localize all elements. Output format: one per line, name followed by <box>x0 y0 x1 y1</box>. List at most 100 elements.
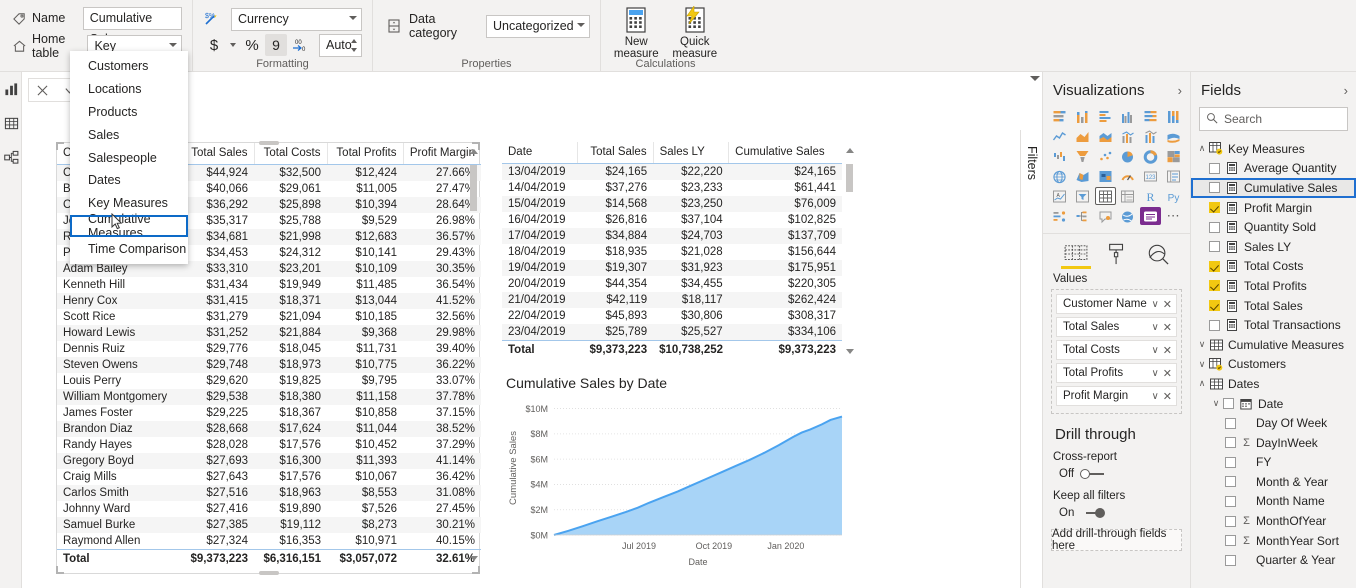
ribbon-chart-icon[interactable] <box>1163 127 1184 145</box>
visual-handle-br[interactable] <box>472 566 480 574</box>
scroll-up-icon[interactable] <box>846 148 854 153</box>
line-stacked-column-chart-icon[interactable] <box>1118 127 1139 145</box>
field-checkbox[interactable] <box>1209 300 1220 312</box>
field-checkbox[interactable] <box>1225 495 1236 507</box>
scroll-thumb[interactable] <box>470 165 477 211</box>
fields-item-profit-margin[interactable]: Profit Margin <box>1191 198 1356 218</box>
col-total-profits[interactable]: Total Profits <box>326 143 403 165</box>
scroll-down-icon[interactable] <box>470 556 478 561</box>
r-script-visual-icon[interactable]: R <box>1140 187 1161 205</box>
keep-all-filters-toggle[interactable] <box>1080 508 1106 518</box>
fields-item-cumulative-sales[interactable]: Cumulative Sales <box>1191 178 1356 198</box>
filters-pane-collapsed[interactable]: Filters <box>1020 130 1042 588</box>
close-icon[interactable] <box>29 79 56 101</box>
table-row[interactable]: James Foster $29,225 $18,367 $10,858 37.15% <box>57 405 481 421</box>
remove-field-close-icon[interactable]: ✕ <box>1163 390 1172 403</box>
arcgis-map-icon[interactable] <box>1118 207 1139 225</box>
qna-visual-icon[interactable] <box>1095 207 1116 225</box>
table-row[interactable]: Gregory Boyd $27,693 $16,300 $11,393 41.14% <box>57 453 481 469</box>
scroll-thumb[interactable] <box>846 164 853 192</box>
kpi-icon[interactable]: A <box>1049 187 1070 205</box>
table-row[interactable]: 13/04/2019 $24,165 $22,220 $24,165 <box>502 163 842 180</box>
more-visuals-icon[interactable]: ⋯ <box>1163 207 1184 225</box>
visual-handle-bl[interactable] <box>56 566 64 574</box>
chevron-down-icon[interactable]: ∨ <box>1195 339 1209 350</box>
stepper-down-icon[interactable] <box>351 47 357 52</box>
table-row[interactable]: Howard Lewis $31,252 $21,884 $9,368 29.98% <box>57 325 481 341</box>
cross-report-toggle-row[interactable]: Off <box>1043 465 1190 488</box>
field-checkbox[interactable] <box>1225 437 1236 449</box>
field-checkbox[interactable] <box>1209 280 1220 292</box>
gauge-icon[interactable] <box>1118 167 1139 185</box>
table-row[interactable]: Carlos Smith $27,516 $18,963 $8,553 31.08% <box>57 485 481 501</box>
stacked-bar-chart-icon[interactable] <box>1049 107 1070 125</box>
table-row[interactable]: 15/04/2019 $14,568 $23,250 $76,009 <box>502 196 842 212</box>
table-row[interactable]: Steven Owens $29,748 $18,973 $10,775 36.22% <box>57 357 481 373</box>
home-table-option[interactable]: Locations <box>70 78 188 101</box>
decrease-decimals-icon[interactable]: 00 0 <box>289 34 311 56</box>
remove-field-close-icon[interactable]: ✕ <box>1163 298 1172 311</box>
home-table-option[interactable]: Dates <box>70 169 188 192</box>
table-row[interactable]: Brandon Diaz $28,668 $17,624 $11,044 38.52% <box>57 421 481 437</box>
home-table-option[interactable]: Products <box>70 101 188 124</box>
fields-search-input[interactable]: Search <box>1224 112 1262 126</box>
field-checkbox[interactable] <box>1225 515 1236 527</box>
chevron-down-icon[interactable]: ∨ <box>1209 398 1223 409</box>
stepper-up-icon[interactable] <box>351 38 357 43</box>
decomposition-tree-icon[interactable] <box>1072 207 1093 225</box>
table-row[interactable]: 22/04/2019 $45,893 $30,806 $308,317 <box>502 308 842 324</box>
col-date[interactable]: Date <box>502 142 578 164</box>
home-table-option[interactable]: Customers <box>70 55 188 78</box>
customers-table-scrollbar[interactable] <box>469 149 478 561</box>
field-well-chip[interactable]: Total Profits ∨ ✕ <box>1056 363 1177 383</box>
key-influencers-icon[interactable] <box>1049 207 1070 225</box>
fields-item-quarter-year[interactable]: Quarter & Year <box>1191 550 1356 570</box>
stacked-area-chart-icon[interactable] <box>1095 127 1116 145</box>
fields-item-day-of-week[interactable]: Day Of Week <box>1191 413 1356 433</box>
fields-item-total-transactions[interactable]: Total Transactions <box>1191 315 1356 335</box>
col-total-costs[interactable]: Total Costs <box>253 143 327 165</box>
field-checkbox[interactable] <box>1225 554 1236 566</box>
scatter-chart-icon[interactable] <box>1095 147 1116 165</box>
thousands-separator-button[interactable]: 9 <box>265 34 287 56</box>
remove-field-close-icon[interactable]: ✕ <box>1163 367 1172 380</box>
treemap-icon[interactable] <box>1163 147 1184 165</box>
field-checkbox[interactable] <box>1223 398 1234 410</box>
area-chart-icon[interactable] <box>1072 127 1093 145</box>
paginated-report-icon[interactable] <box>1140 207 1162 225</box>
format-type-select[interactable]: Currency <box>231 7 362 31</box>
fields-item-sales-ly[interactable]: Sales LY <box>1191 237 1356 257</box>
fields-table-key-measures[interactable]: ∧ Key Measures <box>1191 139 1356 159</box>
col-date-total-sales[interactable]: Total Sales <box>577 142 654 164</box>
tab-fields[interactable] <box>1059 239 1093 269</box>
pie-chart-icon[interactable] <box>1118 147 1139 165</box>
table-row[interactable]: Kenneth Hill $31,434 $19,949 $11,485 36.54% <box>57 277 481 293</box>
fields-item-total-sales[interactable]: Total Sales <box>1191 296 1356 316</box>
table-row[interactable]: Louis Perry $29,620 $19,825 $9,795 33.07% <box>57 373 481 389</box>
hundred-stacked-column-chart-icon[interactable] <box>1163 107 1184 125</box>
table-row[interactable]: 23/04/2019 $25,789 $25,527 $334,106 <box>502 324 842 341</box>
col-cumulative-sales[interactable]: Cumulative Sales <box>728 142 842 164</box>
formula-collapse-icon[interactable] <box>1030 76 1040 81</box>
visual-handle-tl[interactable] <box>56 142 64 150</box>
field-checkbox[interactable] <box>1225 535 1236 547</box>
report-view-icon[interactable] <box>0 72 22 106</box>
dates-table-visual[interactable]: Date Total Sales Sales LY Cumulative Sal… <box>502 142 854 362</box>
col-sales-ly[interactable]: Sales LY <box>652 142 729 164</box>
visual-handle-top[interactable] <box>259 141 279 145</box>
table-row[interactable]: 14/04/2019 $37,276 $23,233 $61,441 <box>502 180 842 196</box>
collapse-fields-chevron-right-icon[interactable]: › <box>1344 83 1348 98</box>
stacked-column-chart-icon[interactable] <box>1072 107 1093 125</box>
table-row[interactable]: 19/04/2019 $19,307 $31,923 $175,951 <box>502 260 842 276</box>
line-chart-icon[interactable] <box>1049 127 1070 145</box>
table-row[interactable]: Johnny Ward $27,416 $19,890 $7,526 27.45% <box>57 501 481 517</box>
table-row[interactable]: Scott Rice $31,279 $21,094 $10,185 32.56% <box>57 309 481 325</box>
waterfall-chart-icon[interactable] <box>1049 147 1070 165</box>
data-view-icon[interactable] <box>0 106 22 140</box>
fields-item-month-year[interactable]: Month & Year <box>1191 472 1356 492</box>
chevron-down-icon[interactable]: ∨ <box>1151 345 1158 356</box>
field-checkbox[interactable] <box>1209 260 1220 272</box>
field-checkbox[interactable] <box>1209 182 1220 194</box>
fields-item-month-name[interactable]: Month Name <box>1191 492 1356 512</box>
python-visual-icon[interactable]: Py <box>1163 187 1184 205</box>
